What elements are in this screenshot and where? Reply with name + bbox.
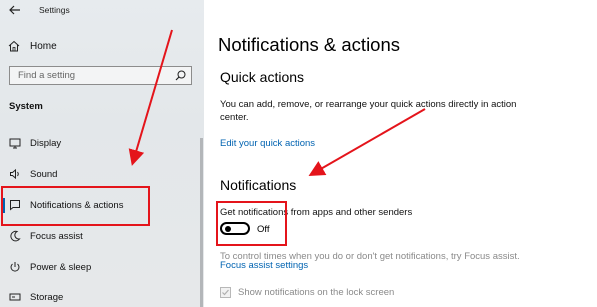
sidebar-item-label: Focus assist (30, 230, 83, 242)
moon-icon (10, 230, 21, 242)
sidebar-item-power-sleep[interactable]: Power & sleep (0, 256, 204, 278)
annotation-box-notifications-item (1, 186, 150, 226)
sidebar-item-label: Display (30, 137, 62, 149)
sidebar-item-label: Power & sleep (30, 261, 92, 273)
sidebar: Settings Home System Display Sound (0, 0, 204, 307)
section-label-system: System (9, 101, 43, 112)
search-box[interactable] (9, 66, 192, 85)
quick-actions-description: You can add, remove, or rearrange your q… (220, 99, 517, 123)
notifications-heading: Notifications (220, 177, 297, 193)
display-icon (9, 138, 21, 149)
focus-assist-settings-link[interactable]: Focus assist settings (220, 260, 308, 271)
lock-screen-checkbox[interactable] (220, 287, 231, 298)
sidebar-item-storage[interactable]: Storage (0, 286, 204, 307)
sidebar-item-focus-assist[interactable]: Focus assist (0, 225, 204, 247)
checkmark-icon (222, 289, 229, 296)
search-input[interactable] (10, 67, 178, 84)
storage-icon (9, 293, 21, 301)
sidebar-item-label: Storage (30, 291, 64, 303)
home-label: Home (30, 40, 57, 52)
sidebar-item-display[interactable]: Display (0, 132, 204, 154)
sidebar-item-label: Sound (30, 168, 58, 180)
main-panel: Notifications & actions Quick actions Yo… (204, 0, 597, 307)
annotation-box-toggle (216, 201, 287, 246)
power-icon (10, 262, 20, 272)
sidebar-item-sound[interactable]: Sound (0, 163, 204, 185)
sidebar-scrollbar[interactable] (200, 138, 203, 307)
title-bar: Settings (0, 0, 204, 22)
lock-screen-checkbox-label: Show notifications on the lock screen (238, 287, 395, 298)
page-title: Notifications & actions (218, 34, 401, 55)
edit-quick-actions-link[interactable]: Edit your quick actions (220, 138, 315, 149)
search-icon[interactable] (175, 70, 186, 81)
quick-actions-heading: Quick actions (220, 69, 305, 85)
home-icon (8, 40, 20, 52)
back-arrow-icon[interactable] (8, 3, 22, 17)
home-nav-item[interactable]: Home (8, 39, 57, 53)
speaker-icon (10, 168, 19, 180)
app-title: Settings (39, 5, 70, 15)
